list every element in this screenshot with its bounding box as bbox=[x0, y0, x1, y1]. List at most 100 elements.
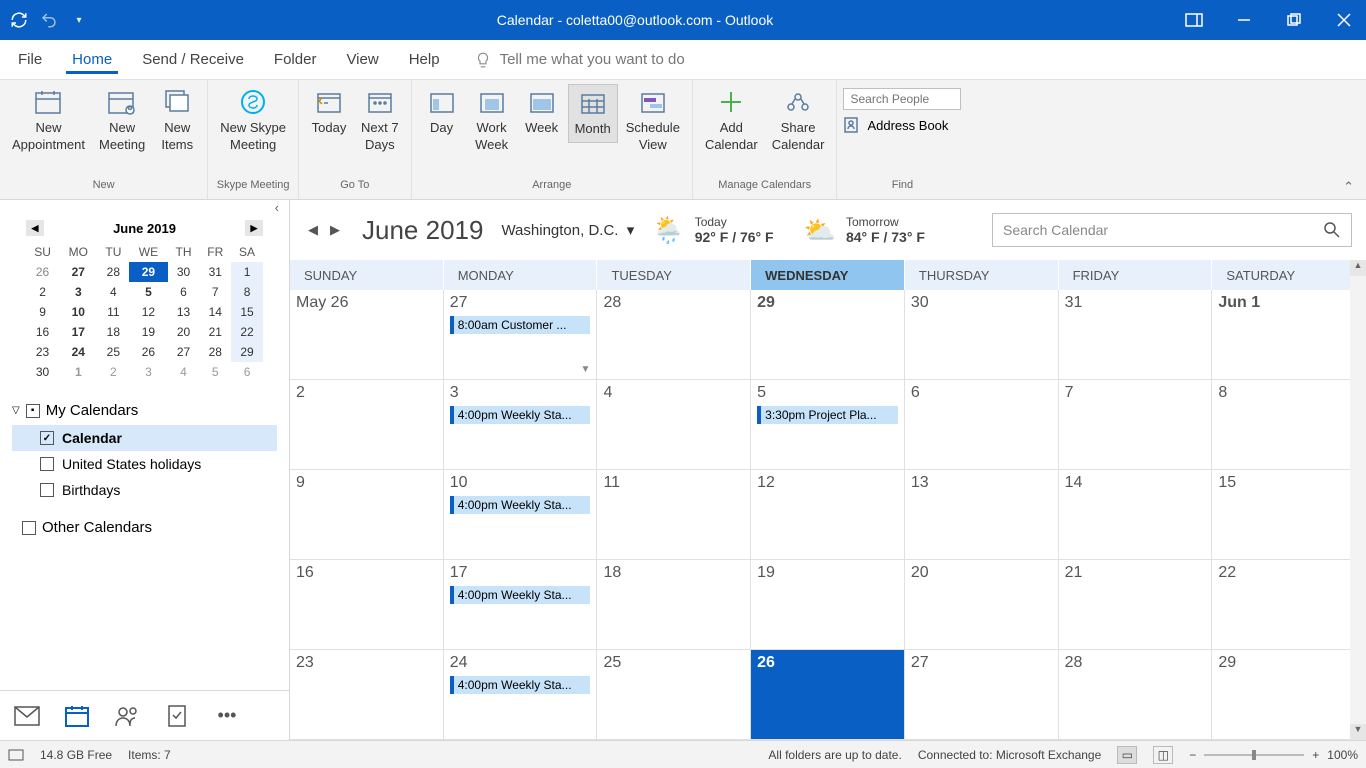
day-view-button[interactable]: Day bbox=[418, 84, 466, 141]
today-button[interactable]: Today bbox=[305, 84, 353, 141]
day-cell[interactable]: 2 bbox=[290, 380, 444, 469]
mini-cal-day[interactable]: 8 bbox=[231, 282, 263, 302]
mini-cal-day[interactable]: 29 bbox=[231, 342, 263, 362]
share-calendar-button[interactable]: Share Calendar bbox=[766, 84, 831, 158]
tab-send-receive[interactable]: Send / Receive bbox=[136, 45, 250, 74]
mini-cal-day[interactable]: 20 bbox=[168, 322, 200, 342]
address-book-button[interactable]: Address Book bbox=[843, 116, 948, 134]
minimize-button[interactable] bbox=[1230, 6, 1258, 34]
mini-cal-day[interactable]: 11 bbox=[97, 302, 129, 322]
mini-cal-day[interactable]: 25 bbox=[97, 342, 129, 362]
new-items-button[interactable]: New Items bbox=[153, 84, 201, 158]
day-cell[interactable]: 29 bbox=[1212, 650, 1366, 739]
day-cell[interactable]: Jun 1 bbox=[1212, 290, 1366, 379]
mini-cal-day[interactable]: 28 bbox=[199, 342, 231, 362]
mini-cal-day[interactable]: 5 bbox=[199, 362, 231, 382]
mini-cal-day[interactable]: 7 bbox=[199, 282, 231, 302]
tab-home[interactable]: Home bbox=[66, 45, 118, 74]
day-cell[interactable]: 22 bbox=[1212, 560, 1366, 649]
tab-folder[interactable]: Folder bbox=[268, 45, 323, 74]
calendar-list-item[interactable]: ✓Calendar bbox=[12, 425, 277, 451]
mini-cal-day[interactable]: 2 bbox=[26, 282, 59, 302]
day-cell[interactable]: 27 bbox=[905, 650, 1059, 739]
reading-view-icon[interactable]: ◫ bbox=[1153, 746, 1173, 764]
day-cell[interactable]: 21 bbox=[1059, 560, 1213, 649]
calendar-event[interactable]: 3:30pm Project Pla... bbox=[757, 406, 898, 424]
my-calendars-group[interactable]: ▽▪My Calendars bbox=[12, 396, 277, 425]
overflow-icon[interactable]: ▼ bbox=[581, 364, 591, 375]
day-cell[interactable]: 28 bbox=[1059, 650, 1213, 739]
sync-icon[interactable] bbox=[8, 9, 30, 31]
mini-cal-day[interactable]: 19 bbox=[129, 322, 167, 342]
checkbox-icon[interactable] bbox=[40, 457, 54, 471]
day-cell[interactable]: 278:00am Customer ...▼ bbox=[444, 290, 598, 379]
day-cell[interactable]: 18 bbox=[597, 560, 751, 649]
new-meeting-button[interactable]: New Meeting bbox=[93, 84, 151, 158]
day-cell[interactable]: 16 bbox=[290, 560, 444, 649]
collapse-ribbon-icon[interactable]: ⌃ bbox=[1343, 179, 1354, 195]
search-calendar-input[interactable]: Search Calendar bbox=[992, 213, 1352, 247]
mini-cal-day[interactable]: 30 bbox=[26, 362, 59, 382]
day-cell[interactable]: 26 bbox=[751, 650, 905, 739]
mini-cal-day[interactable]: 18 bbox=[97, 322, 129, 342]
new-skype-meeting-button[interactable]: New Skype Meeting bbox=[214, 84, 292, 158]
normal-view-icon[interactable]: ▭ bbox=[1117, 746, 1137, 764]
calendar-event[interactable]: 4:00pm Weekly Sta... bbox=[450, 406, 591, 424]
mini-cal-day[interactable]: 4 bbox=[168, 362, 200, 382]
mini-cal-day[interactable]: 22 bbox=[231, 322, 263, 342]
prev-month-button[interactable]: ◀ bbox=[304, 220, 322, 240]
day-cell[interactable]: 12 bbox=[751, 470, 905, 559]
day-cell[interactable]: 9 bbox=[290, 470, 444, 559]
mini-cal-day[interactable]: 9 bbox=[26, 302, 59, 322]
day-cell[interactable]: 244:00pm Weekly Sta... bbox=[444, 650, 598, 739]
day-cell[interactable]: 20 bbox=[905, 560, 1059, 649]
calendar-list-item[interactable]: United States holidays bbox=[12, 451, 277, 477]
day-cell[interactable]: 15 bbox=[1212, 470, 1366, 559]
day-cell[interactable]: 174:00pm Weekly Sta... bbox=[444, 560, 598, 649]
tab-help[interactable]: Help bbox=[403, 45, 446, 74]
mini-cal-day[interactable]: 15 bbox=[231, 302, 263, 322]
day-cell[interactable]: 13 bbox=[905, 470, 1059, 559]
other-calendars-group[interactable]: Other Calendars bbox=[12, 513, 277, 542]
vertical-scrollbar[interactable]: ▲▼ bbox=[1350, 260, 1366, 740]
day-cell[interactable]: 30 bbox=[905, 290, 1059, 379]
tasks-nav-icon[interactable] bbox=[164, 703, 190, 729]
more-nav-icon[interactable]: ••• bbox=[214, 703, 240, 729]
mini-cal-day[interactable]: 31 bbox=[199, 262, 231, 282]
next-month-button[interactable]: ▶ bbox=[326, 220, 344, 240]
mini-cal-day[interactable]: 30 bbox=[168, 262, 200, 282]
calendar-event[interactable]: 4:00pm Weekly Sta... bbox=[450, 586, 591, 604]
weather-location[interactable]: Washington, D.C. ▾ bbox=[501, 221, 634, 239]
calendar-event[interactable]: 4:00pm Weekly Sta... bbox=[450, 496, 591, 514]
mail-nav-icon[interactable] bbox=[14, 703, 40, 729]
mini-cal-day[interactable]: 5 bbox=[129, 282, 167, 302]
mini-cal-day[interactable]: 26 bbox=[129, 342, 167, 362]
mini-cal-next[interactable]: ▶ bbox=[245, 220, 263, 236]
tab-view[interactable]: View bbox=[340, 45, 384, 74]
day-cell[interactable]: 11 bbox=[597, 470, 751, 559]
day-cell[interactable]: 14 bbox=[1059, 470, 1213, 559]
add-calendar-button[interactable]: Add Calendar bbox=[699, 84, 764, 158]
checkbox-icon[interactable] bbox=[40, 483, 54, 497]
day-cell[interactable]: 29 bbox=[751, 290, 905, 379]
mini-cal-day[interactable]: 3 bbox=[59, 282, 97, 302]
checkbox-icon[interactable]: ✓ bbox=[40, 431, 54, 445]
day-cell[interactable]: May 26 bbox=[290, 290, 444, 379]
mini-cal-day[interactable]: 1 bbox=[231, 262, 263, 282]
calendar-event[interactable]: 8:00am Customer ... bbox=[450, 316, 591, 334]
mini-cal-day[interactable]: 27 bbox=[168, 342, 200, 362]
calendar-list-item[interactable]: Birthdays bbox=[12, 477, 277, 503]
week-view-button[interactable]: Week bbox=[518, 84, 566, 141]
day-cell[interactable]: 6 bbox=[905, 380, 1059, 469]
mini-cal-day[interactable]: 2 bbox=[97, 362, 129, 382]
mini-cal-day[interactable]: 23 bbox=[26, 342, 59, 362]
day-cell[interactable]: 31 bbox=[1059, 290, 1213, 379]
collapse-nav-icon[interactable]: ‹ bbox=[0, 200, 289, 214]
close-button[interactable] bbox=[1330, 6, 1358, 34]
mini-cal-day[interactable]: 6 bbox=[231, 362, 263, 382]
month-view-button[interactable]: Month bbox=[568, 84, 618, 143]
work-week-button[interactable]: Work Week bbox=[468, 84, 516, 158]
maximize-button[interactable] bbox=[1280, 6, 1308, 34]
calendar-event[interactable]: 4:00pm Weekly Sta... bbox=[450, 676, 591, 694]
undo-icon[interactable] bbox=[38, 9, 60, 31]
